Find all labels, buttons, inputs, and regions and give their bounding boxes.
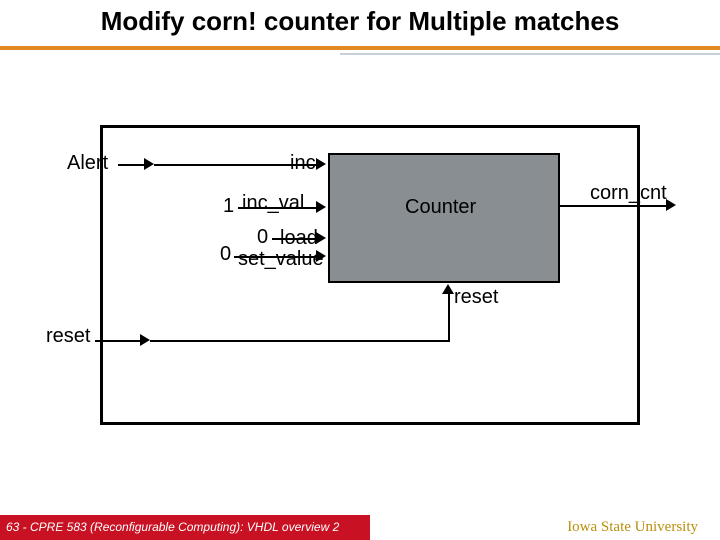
reset-vertical-wire [448,293,450,341]
footer-right: Iowa State University [567,519,698,536]
signal-corn-cnt-label: corn_cnt [590,182,667,205]
alert-arrowhead [144,158,154,170]
signal-alert-label: Alert [67,152,108,175]
title-rule-orange [0,46,720,50]
reset-arrowhead-up [442,284,454,294]
corn-cnt-arrowhead [666,199,676,211]
corn-cnt-wire [560,205,670,207]
signal-load-const: 0 [257,226,268,249]
reset-external-arrowhead [140,334,150,346]
signal-set-value-label: set_value [238,248,324,271]
reset-external-wire [95,340,145,342]
signal-load-label: load [280,227,318,250]
signal-inc-label: inc [290,152,316,175]
reset-internal-horizontal [150,340,450,342]
signal-reset-internal-label: reset [454,286,498,309]
inc-val-arrowhead [316,201,326,213]
slide-title: Modify corn! counter for Multiple matche… [0,6,720,37]
signal-reset-external-label: reset [46,325,90,348]
reset-joint [150,340,152,342]
footer-left: 63 - CPRE 583 (Reconfigurable Computing)… [0,515,370,540]
counter-block-label: Counter [405,196,476,219]
signal-inc-val-label: inc_val [242,192,304,215]
title-rule-gray [340,53,720,55]
signal-set-value-const: 0 [220,243,231,266]
signal-inc-val-const: 1 [223,195,234,218]
alert-to-inc-arrowhead [316,158,326,170]
